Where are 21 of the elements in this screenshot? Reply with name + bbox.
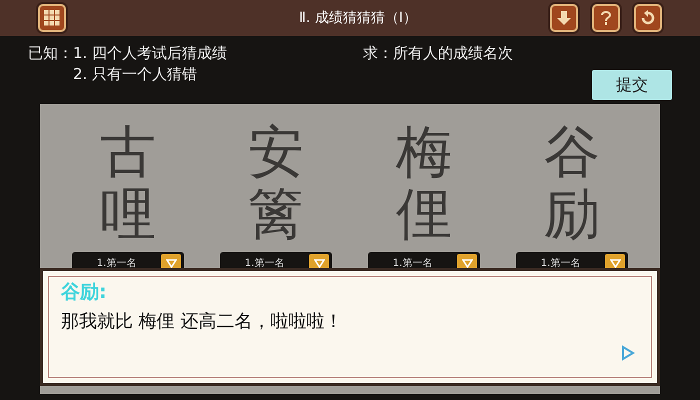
person-name: 谷励 (544, 122, 600, 246)
grid-menu-button[interactable] (38, 4, 66, 32)
speaker-name: 谷励: (61, 280, 108, 305)
goal-label: 求： (363, 44, 393, 64)
restart-button[interactable] (634, 4, 662, 32)
question-icon (598, 10, 614, 26)
help-button[interactable] (592, 4, 620, 32)
known-label: 已知： (28, 44, 73, 64)
known-condition: 1. 四个人考试后猜成绩 (73, 44, 228, 63)
level-title: Ⅱ. 成绩猜猜猜（Ⅰ） (298, 9, 418, 27)
dialog-text: 那我就比 梅俚 还高二名，啦啦啦！ (61, 310, 344, 333)
refresh-icon (640, 10, 656, 26)
person-name: 梅俚 (396, 122, 452, 246)
person-name: 古哩 (100, 122, 156, 246)
submit-button[interactable]: 提交 (592, 70, 672, 100)
known-condition: 2. 只有一个人猜错 (73, 65, 198, 84)
goal-text: 所有人的成绩名次 (393, 44, 513, 64)
down-arrow-icon (556, 10, 572, 26)
person-name: 安篱 (248, 122, 304, 246)
grid-icon (44, 10, 60, 26)
download-button[interactable] (550, 4, 578, 32)
